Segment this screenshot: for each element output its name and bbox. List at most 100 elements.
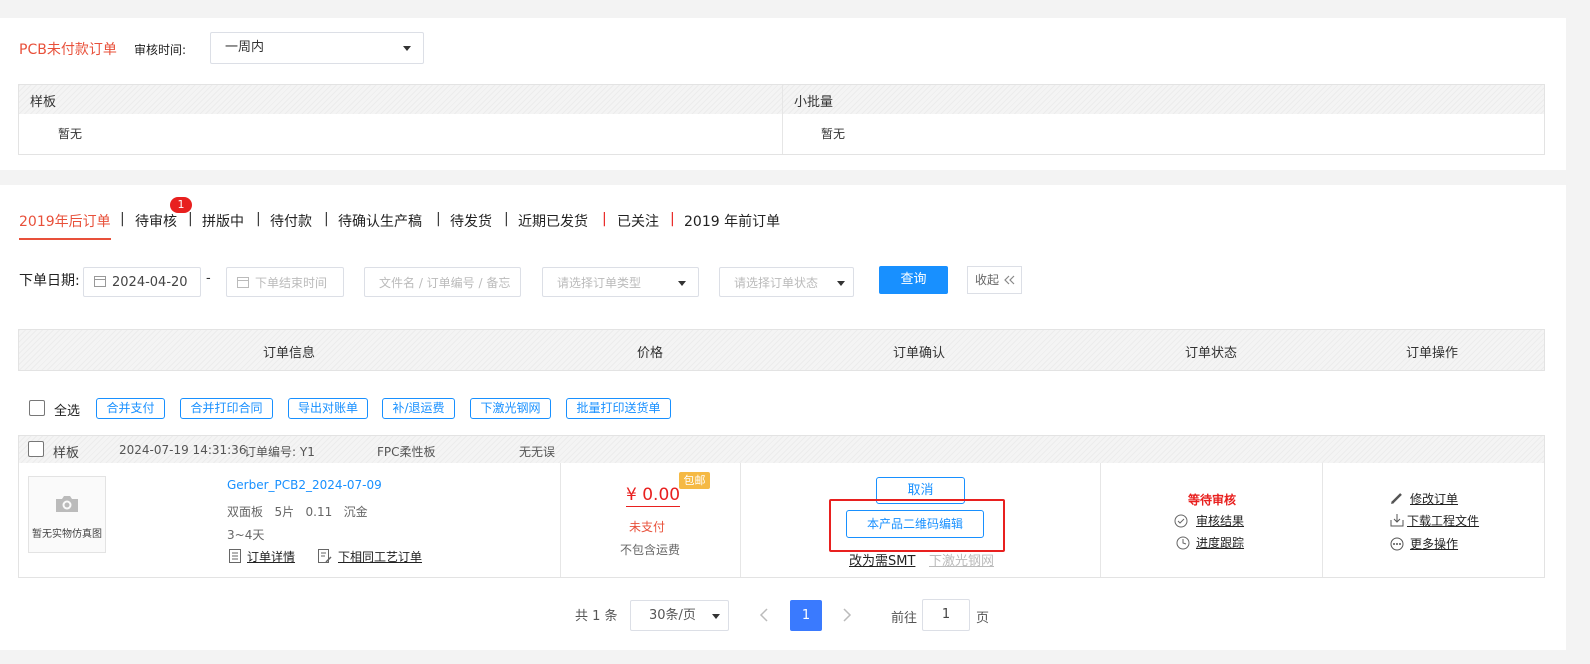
tab-recently-shipped[interactable]: 近期已发货: [518, 211, 588, 231]
merge-print-contract-button[interactable]: 合并打印合同: [180, 398, 273, 419]
modify-order-label: 修改订单: [1410, 492, 1459, 506]
order-cell-divider: [560, 463, 561, 577]
summary-col-sample-header: 样板: [30, 95, 57, 110]
start-date-value: 2024-04-20: [112, 275, 188, 290]
keyword-input[interactable]: 文件名 / 订单编号 / 备忘: [364, 267, 521, 297]
tab-separator: |: [602, 211, 607, 227]
order-type: 样板: [53, 446, 80, 461]
order-lead-time: 3~4天: [227, 528, 265, 542]
goto-page-input[interactable]: 1: [922, 599, 970, 631]
page-size-select[interactable]: 30条/页: [630, 600, 729, 631]
download-icon: [1390, 514, 1404, 527]
header-order-confirm: 订单确认: [893, 346, 946, 361]
progress-tracking-link[interactable]: 进度跟踪: [1176, 534, 1244, 551]
pencil-icon: [1391, 493, 1402, 504]
more-actions-link[interactable]: 更多操作: [1390, 535, 1458, 552]
tab-pending-shipment[interactable]: 待发货: [450, 211, 492, 231]
qr-code-edit-button[interactable]: 本产品二维码编辑: [846, 510, 984, 538]
tab-pending-review[interactable]: 待审核: [135, 211, 177, 231]
audit-result-link[interactable]: 审核结果: [1174, 512, 1244, 529]
progress-tracking-label: 进度跟踪: [1196, 536, 1245, 550]
audit-time-value: 一周内: [225, 40, 265, 55]
audit-time-select[interactable]: 一周内: [210, 32, 424, 64]
download-project-files-link[interactable]: 下载工程文件: [1390, 512, 1479, 529]
clock-icon: [1176, 536, 1190, 550]
order-note: 无无误: [519, 445, 556, 459]
tab-separator: |: [120, 211, 125, 227]
unpaid-orders-card: PCB未付款订单 审核时间: 一周内 样板 暂无 小批量 暂无: [0, 18, 1566, 170]
order-checkbox[interactable]: [28, 441, 44, 457]
modify-order-link[interactable]: 修改订单: [1390, 490, 1458, 507]
unpaid-orders-title[interactable]: PCB未付款订单: [19, 39, 117, 59]
select-all-label: 全选: [54, 404, 81, 419]
keyword-placeholder: 文件名 / 订单编号 / 备忘: [379, 276, 511, 290]
order-type-placeholder: 请选择订单类型: [557, 276, 642, 290]
page-size-value: 30条/页: [649, 608, 696, 623]
reorder-same-process-link[interactable]: 下相同工艺订单: [318, 548, 422, 565]
export-statement-button[interactable]: 导出对账单: [288, 398, 368, 419]
order-detail-link[interactable]: 订单详情: [229, 548, 295, 565]
tab-separator: |: [256, 211, 261, 227]
camera-icon: [56, 496, 78, 512]
free-shipping-badge: 包邮: [679, 472, 710, 489]
more-actions-label: 更多操作: [1410, 537, 1459, 551]
date-range-dash: -: [206, 271, 211, 286]
current-page-button[interactable]: 1: [790, 600, 822, 631]
download-project-files-label: 下载工程文件: [1407, 514, 1480, 528]
laser-stencil-link[interactable]: 下激光钢网: [929, 550, 994, 569]
select-all-checkbox[interactable]: [29, 400, 45, 416]
summary-col-sample-value: 暂无: [58, 127, 83, 141]
order-datetime: 2024-07-19 14:31:36: [119, 443, 247, 457]
tab-pending-confirmation[interactable]: 待确认生产稿: [338, 211, 422, 231]
collapse-label: 收起: [975, 273, 1000, 287]
tab-separator: |: [504, 211, 509, 227]
summary-table: 样板 暂无 小批量 暂无: [18, 84, 1545, 155]
tab-panelizing[interactable]: 拼版中: [202, 211, 244, 231]
check-circle-icon: [1174, 514, 1188, 528]
pagination-total: 共 1 条: [575, 609, 618, 624]
order-filename[interactable]: Gerber_PCB2_2024-07-09: [227, 478, 382, 492]
order-cell-divider: [1322, 463, 1323, 577]
document-icon: [229, 549, 241, 563]
summary-col-batch-value: 暂无: [821, 127, 846, 141]
batch-print-delivery-button[interactable]: 批量打印送货单: [566, 398, 671, 419]
product-image-placeholder: 暂无实物仿真图: [28, 476, 106, 553]
double-chevron-left-icon: [1003, 275, 1015, 285]
tab-orders-after-2019[interactable]: 2019年后订单: [19, 211, 111, 231]
order-status: 等待审核: [1188, 493, 1237, 507]
collapse-button[interactable]: 收起: [967, 266, 1022, 294]
order-detail-label: 订单详情: [247, 550, 296, 564]
tab-orders-before-2019[interactable]: 2019 年前订单: [684, 211, 780, 231]
header-order-info: 订单信息: [263, 346, 316, 361]
merge-payment-button[interactable]: 合并支付: [96, 398, 165, 419]
start-date-input[interactable]: 2024-04-20: [83, 267, 201, 297]
tab-separator: |: [670, 211, 675, 227]
header-order-actions: 订单操作: [1406, 346, 1459, 361]
query-button[interactable]: 查询: [879, 266, 948, 294]
audit-time-label: 审核时间:: [134, 43, 187, 57]
summary-col-batch-header: 小批量: [794, 95, 834, 110]
prev-page-icon[interactable]: [759, 608, 769, 622]
order-material: FPC柔性板: [377, 445, 436, 459]
tab-pending-payment[interactable]: 待付款: [270, 211, 312, 231]
order-status-placeholder: 请选择订单状态: [734, 276, 819, 290]
reorder-label: 下相同工艺订单: [338, 550, 423, 564]
order-status-select[interactable]: 请选择订单状态: [719, 267, 854, 297]
chevron-down-icon: [837, 281, 845, 286]
end-date-placeholder: 下单结束时间: [255, 276, 328, 290]
order-cell-divider: [1100, 463, 1101, 577]
header-price: 价格: [637, 346, 664, 361]
order-number: 订单编号: Y1: [244, 445, 315, 459]
chevron-down-icon: [678, 281, 686, 286]
end-date-input[interactable]: 下单结束时间: [226, 267, 344, 297]
tab-followed[interactable]: 已关注: [617, 211, 659, 231]
active-tab-underline: [19, 238, 111, 240]
order-date-label: 下单日期:: [19, 273, 80, 289]
next-page-icon[interactable]: [842, 608, 852, 622]
order-type-select[interactable]: 请选择订单类型: [542, 267, 699, 297]
change-to-smt-link[interactable]: 改为需SMT: [849, 550, 915, 569]
header-order-status: 订单状态: [1185, 346, 1238, 361]
audit-result-label: 审核结果: [1196, 514, 1245, 528]
shipping-refund-button[interactable]: 补/退运费: [382, 398, 455, 419]
laser-stencil-button[interactable]: 下激光钢网: [470, 398, 551, 419]
